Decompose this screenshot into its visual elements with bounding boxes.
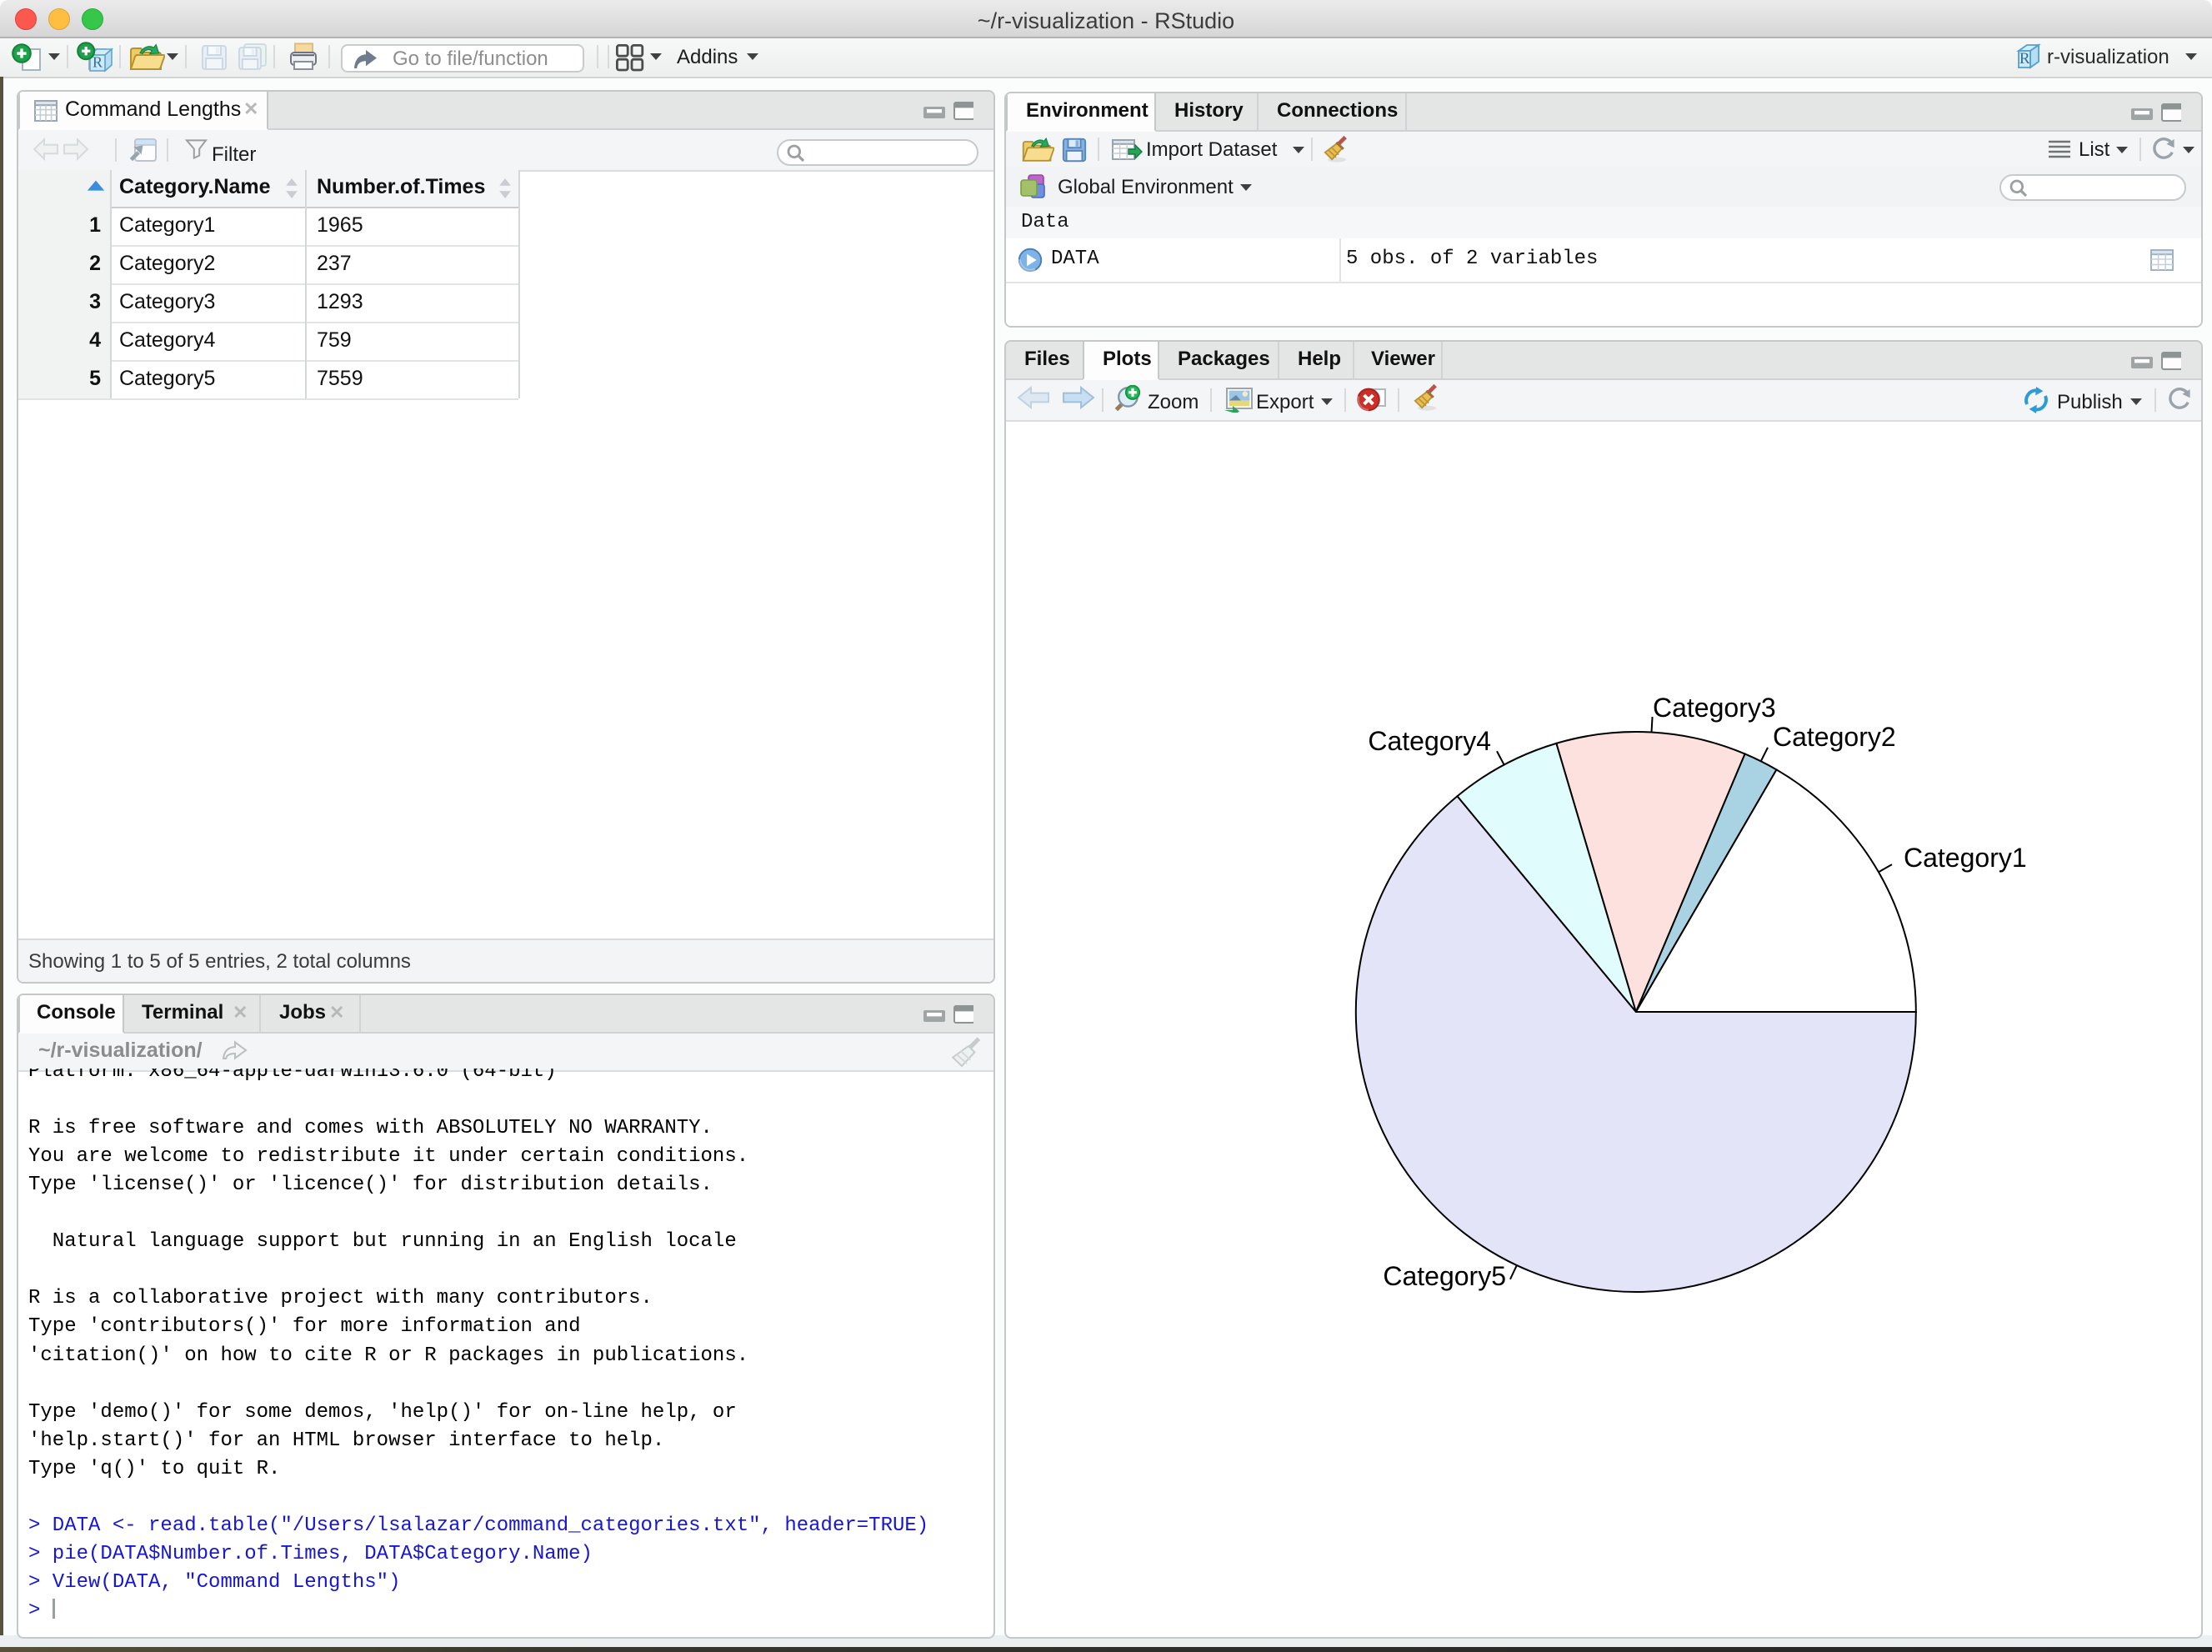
svg-text:Category2: Category2 [1773, 722, 1896, 752]
svg-text:R: R [2019, 50, 2030, 68]
svg-text:Category4: Category4 [1368, 726, 1491, 756]
svg-text:R: R [93, 54, 103, 71]
svg-text:Category5: Category5 [1383, 1261, 1506, 1291]
svg-text:Category1: Category1 [1904, 843, 2027, 873]
svg-text:Category3: Category3 [1653, 693, 1776, 723]
